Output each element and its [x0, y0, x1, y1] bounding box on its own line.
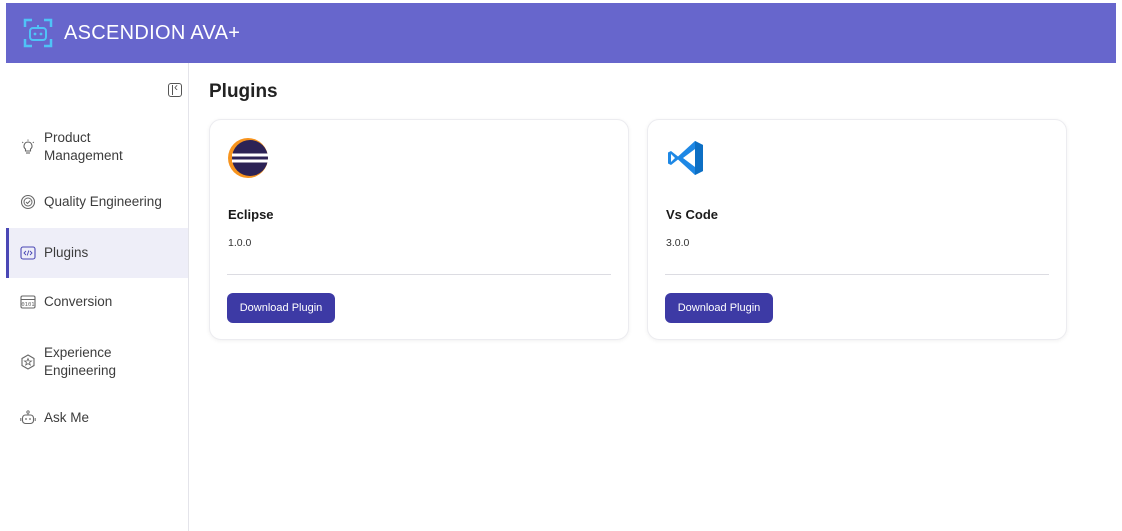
- sidebar-item-label: Plugins: [44, 245, 89, 260]
- sidebar-item-label: Conversion: [44, 294, 113, 309]
- code-brackets-icon: [20, 245, 36, 261]
- sidebar-item-experience-engineering[interactable]: Experience Engineering: [6, 340, 188, 384]
- sidebar-item-label: Product Management: [44, 130, 123, 163]
- svg-text:0101: 0101: [21, 302, 34, 308]
- plugin-card-vscode: Vs Code 3.0.0 Download Plugin: [647, 119, 1067, 340]
- eclipse-icon: [227, 137, 269, 179]
- sidebar-item-plugins[interactable]: Plugins: [6, 228, 188, 278]
- app-header: ASCENDION AVA+: [6, 3, 1116, 63]
- download-plugin-button[interactable]: Download Plugin: [665, 293, 773, 323]
- sidebar-item-label: Ask Me: [44, 410, 90, 425]
- sidebar-item-conversion[interactable]: 0101 Conversion: [6, 289, 188, 315]
- sidebar-item-label: Quality Engineering: [44, 194, 162, 209]
- quality-badge-icon: [20, 194, 36, 210]
- star-hexagon-icon: [20, 354, 36, 370]
- app-title: ASCENDION AVA+: [64, 21, 241, 44]
- sidebar-item-ask-me[interactable]: Ask Me: [6, 405, 188, 431]
- plugin-version: 3.0.0: [666, 237, 690, 249]
- download-plugin-button[interactable]: Download Plugin: [227, 293, 335, 323]
- robot-icon: [20, 410, 36, 426]
- plugin-card-eclipse: Eclipse 1.0.0 Download Plugin: [209, 119, 629, 340]
- plugin-version: 1.0.0: [228, 237, 252, 249]
- plugin-name: Vs Code: [666, 207, 719, 222]
- vscode-icon: [665, 137, 707, 179]
- sidebar-item-label: Experience Engineering: [44, 345, 117, 378]
- page-title: Plugins: [209, 81, 278, 102]
- sidebar-item-quality-engineering[interactable]: Quality Engineering: [6, 189, 188, 215]
- sidebar-item-product-management[interactable]: Product Management: [6, 125, 188, 169]
- lightbulb-icon: [20, 139, 36, 155]
- divider: [665, 274, 1049, 275]
- divider: [227, 274, 611, 275]
- binary-icon: 0101: [20, 294, 36, 310]
- ava-robot-logo-icon: [22, 17, 54, 49]
- sidebar: Product Management Quality Engineering P…: [6, 63, 189, 531]
- sidebar-collapse-icon[interactable]: [168, 80, 182, 97]
- plugin-name: Eclipse: [228, 207, 274, 222]
